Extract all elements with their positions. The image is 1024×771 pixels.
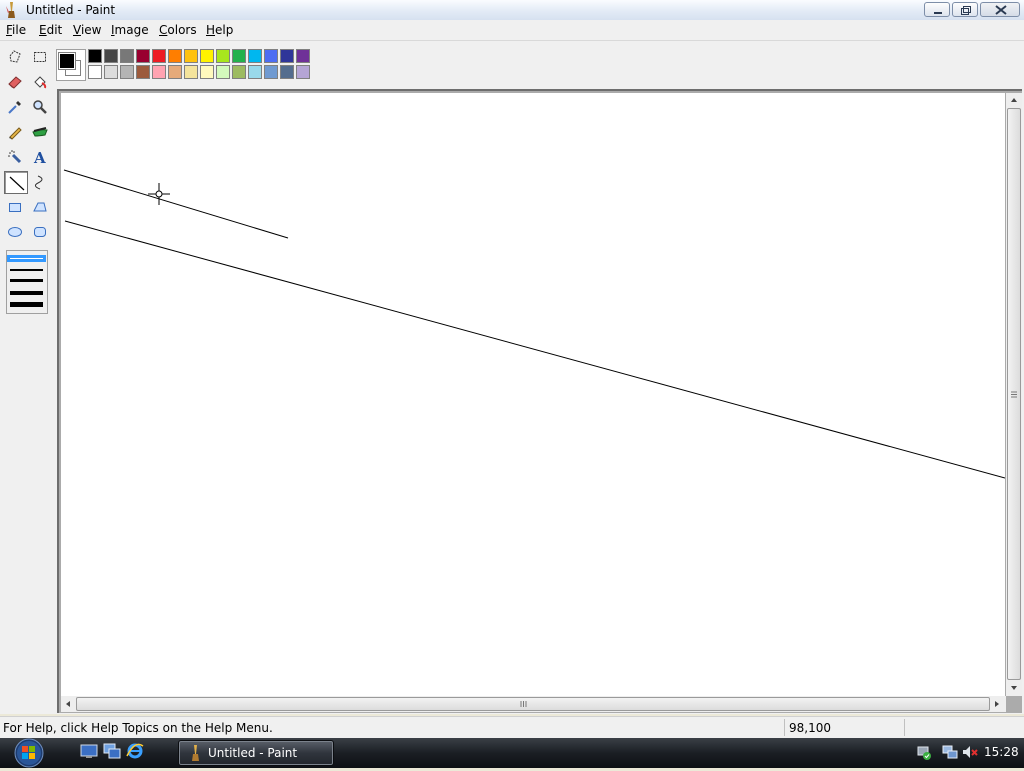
drawn-line-2 bbox=[64, 220, 1005, 479]
status-help-text: For Help, click Help Topics on the Help … bbox=[3, 721, 273, 735]
vertical-scrollbar[interactable] bbox=[1006, 93, 1022, 696]
color-swatch[interactable] bbox=[248, 65, 262, 79]
line-width-5[interactable] bbox=[10, 302, 43, 307]
color-swatch[interactable] bbox=[200, 49, 214, 63]
color-swatch[interactable] bbox=[184, 65, 198, 79]
taskbar-button-label: Untitled - Paint bbox=[208, 746, 298, 760]
polygon-icon[interactable] bbox=[29, 196, 51, 218]
magnifier-icon[interactable] bbox=[29, 96, 51, 118]
line-width-3[interactable] bbox=[10, 279, 43, 282]
taskbar-paint-button[interactable]: Untitled - Paint bbox=[178, 740, 334, 766]
color-swatch[interactable] bbox=[184, 49, 198, 63]
line-icon[interactable] bbox=[4, 171, 28, 194]
volume-muted-icon[interactable] bbox=[962, 744, 978, 760]
start-button[interactable] bbox=[8, 737, 50, 768]
minimize-button[interactable] bbox=[924, 2, 950, 17]
color-swatch[interactable] bbox=[280, 49, 294, 63]
status-divider bbox=[784, 719, 785, 736]
scroll-down-icon[interactable] bbox=[1007, 681, 1021, 695]
svg-text:A: A bbox=[33, 149, 46, 165]
menu-view[interactable]: View bbox=[73, 23, 101, 37]
drawn-line-1 bbox=[63, 169, 289, 239]
switch-windows-icon[interactable] bbox=[103, 742, 121, 760]
rounded-rectangle-icon[interactable] bbox=[29, 221, 51, 243]
color-swatch[interactable] bbox=[264, 49, 278, 63]
menu-help[interactable]: Help bbox=[206, 23, 233, 37]
drawing-canvas[interactable] bbox=[61, 93, 1005, 696]
color-swatch[interactable] bbox=[296, 49, 310, 63]
color-swatch[interactable] bbox=[280, 65, 294, 79]
line-width-selector bbox=[6, 250, 48, 314]
internet-explorer-icon[interactable] bbox=[126, 742, 144, 760]
safely-remove-icon[interactable] bbox=[916, 744, 932, 760]
crosshair-cursor bbox=[148, 183, 170, 205]
paint-app-icon bbox=[192, 745, 199, 761]
rectangle-icon[interactable] bbox=[4, 196, 26, 218]
vertical-scroll-thumb[interactable] bbox=[1007, 108, 1021, 680]
pencil-icon[interactable] bbox=[4, 121, 26, 143]
color-swatch[interactable] bbox=[104, 49, 118, 63]
title-bar: Untitled - Paint bbox=[0, 0, 1024, 21]
color-swatch[interactable] bbox=[152, 49, 166, 63]
network-icon[interactable] bbox=[942, 744, 958, 760]
color-swatch[interactable] bbox=[168, 49, 182, 63]
line-width-1[interactable] bbox=[7, 255, 46, 262]
color-swatch[interactable] bbox=[88, 49, 102, 63]
color-swatch[interactable] bbox=[232, 49, 246, 63]
show-desktop-icon[interactable] bbox=[80, 742, 98, 760]
foreground-color[interactable] bbox=[58, 52, 76, 70]
fill-bucket-icon[interactable] bbox=[29, 71, 51, 93]
color-swatch[interactable] bbox=[200, 65, 214, 79]
status-bar: For Help, click Help Topics on the Help … bbox=[0, 716, 1024, 739]
paint-app-icon[interactable] bbox=[4, 2, 18, 18]
select-icon[interactable] bbox=[29, 46, 51, 68]
color-palette bbox=[88, 49, 312, 81]
color-swatch[interactable] bbox=[104, 65, 118, 79]
text-icon[interactable]: A bbox=[29, 146, 51, 168]
color-swatch[interactable] bbox=[296, 65, 310, 79]
scroll-left-icon[interactable] bbox=[61, 697, 75, 711]
scroll-right-icon[interactable] bbox=[990, 697, 1004, 711]
color-swatch[interactable] bbox=[216, 49, 230, 63]
color-swatch[interactable] bbox=[120, 49, 134, 63]
menu-bar: File Edit View Image Colors Help bbox=[0, 20, 1024, 41]
menu-file[interactable]: File bbox=[6, 23, 26, 37]
free-form-select-icon[interactable] bbox=[4, 46, 26, 68]
menu-colors[interactable]: Colors bbox=[159, 23, 197, 37]
menu-image[interactable]: Image bbox=[111, 23, 149, 37]
color-swatch[interactable] bbox=[152, 65, 166, 79]
color-swatch[interactable] bbox=[248, 49, 262, 63]
horizontal-scrollbar[interactable] bbox=[61, 696, 1006, 712]
current-colors[interactable] bbox=[56, 49, 86, 81]
eraser-icon[interactable] bbox=[4, 71, 26, 93]
curve-icon[interactable] bbox=[29, 171, 51, 193]
taskbar bbox=[0, 738, 1024, 768]
cursor-coordinates: 98,100 bbox=[789, 721, 831, 735]
line-width-2[interactable] bbox=[10, 269, 43, 271]
clock: 15:28 bbox=[984, 745, 1019, 759]
airbrush-icon[interactable] bbox=[4, 146, 26, 168]
canvas-drawing bbox=[63, 169, 1005, 479]
scroll-up-icon[interactable] bbox=[1007, 93, 1021, 107]
status-divider bbox=[904, 719, 905, 736]
color-swatch[interactable] bbox=[136, 49, 150, 63]
window-title: Untitled - Paint bbox=[26, 3, 116, 17]
color-swatch[interactable] bbox=[88, 65, 102, 79]
color-swatch[interactable] bbox=[168, 65, 182, 79]
ellipse-icon[interactable] bbox=[4, 221, 26, 243]
brush-icon[interactable] bbox=[29, 121, 51, 143]
close-button[interactable] bbox=[980, 2, 1020, 17]
color-picker-icon[interactable] bbox=[4, 96, 26, 118]
restore-button[interactable] bbox=[952, 2, 978, 17]
color-swatch[interactable] bbox=[136, 65, 150, 79]
color-swatch[interactable] bbox=[216, 65, 230, 79]
color-swatch[interactable] bbox=[232, 65, 246, 79]
menu-edit[interactable]: Edit bbox=[39, 23, 62, 37]
color-swatch[interactable] bbox=[120, 65, 134, 79]
color-swatch[interactable] bbox=[264, 65, 278, 79]
line-width-4[interactable] bbox=[10, 291, 43, 295]
horizontal-scroll-thumb[interactable] bbox=[76, 697, 990, 711]
